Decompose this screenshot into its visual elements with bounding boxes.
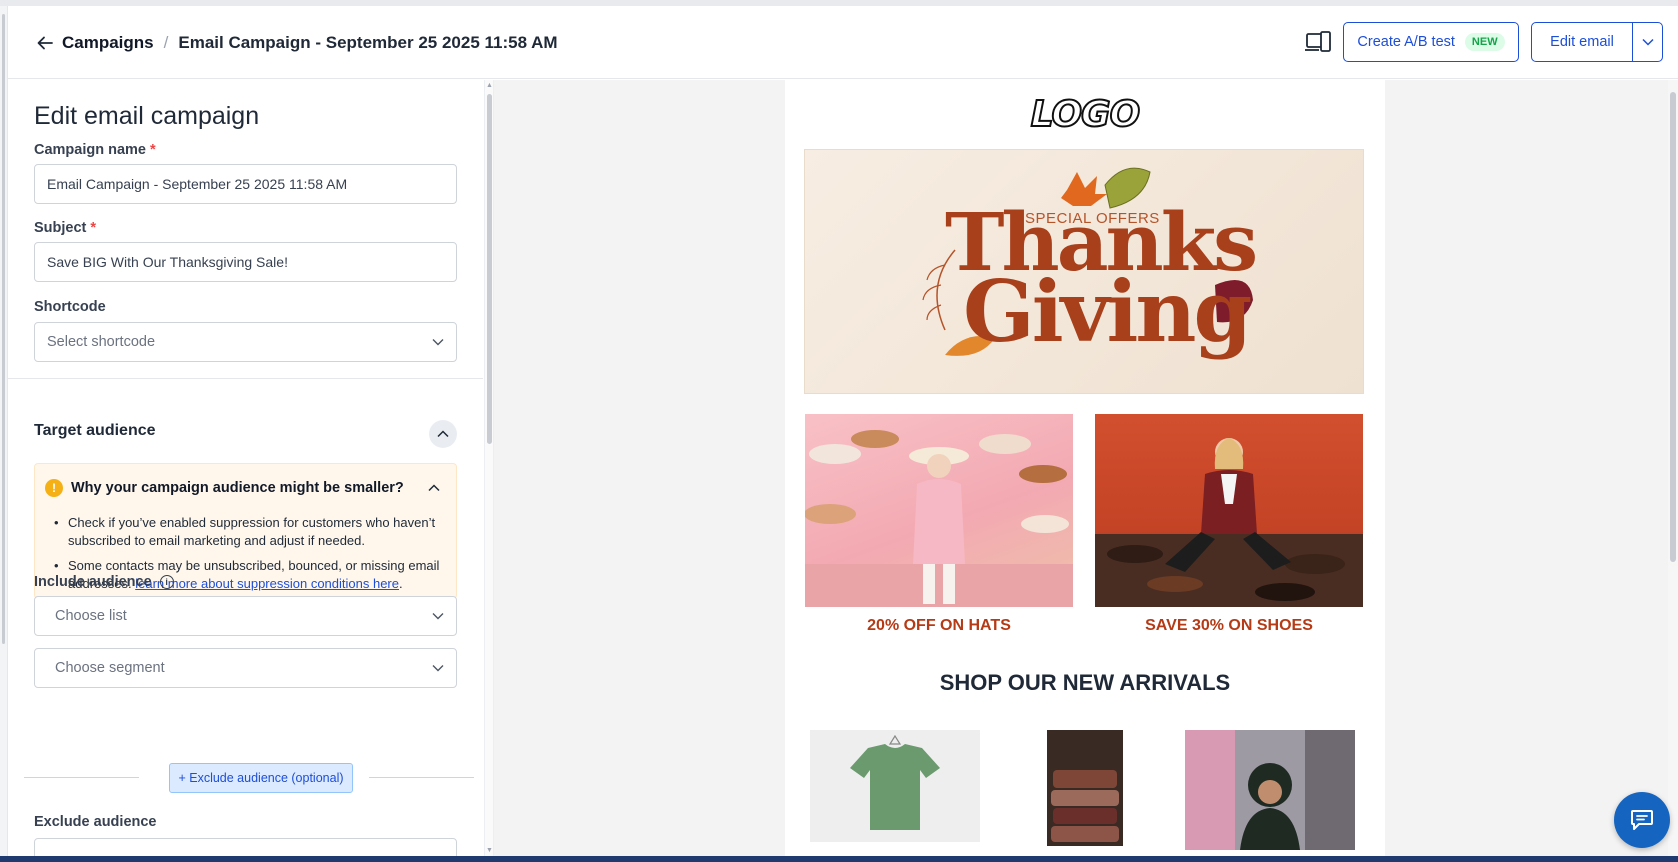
shoes-promo-caption: SAVE 30% ON SHOES [1145,617,1313,634]
device-preview-icon [1305,31,1331,52]
subject-input[interactable]: Save BIG With Our Thanksgiving Sale! [34,242,457,282]
panel-title: Edit email campaign [34,102,260,130]
shortcode-placeholder: Select shortcode [47,334,156,350]
hats-photo [805,430,1073,607]
choose-list-select[interactable]: Choose list [34,596,457,636]
choose-segment-select[interactable]: Choose segment [34,648,457,688]
campaign-name-input[interactable]: Email Campaign - September 25 2025 11:58… [34,164,457,204]
new-badge: NEW [1464,33,1505,51]
top-header: Campaigns / Email Campaign - September 2… [8,6,1678,79]
arrow-left-icon [37,36,53,50]
chevron-down-icon [1641,38,1654,46]
page-scrollbar-thumb[interactable] [2,14,5,644]
suppression-help-link[interactable]: learn more about suppression conditions … [135,576,399,591]
hats-promo-image [805,414,1073,607]
section-divider [8,378,483,379]
breadcrumb-separator: / [163,33,169,52]
back-button[interactable] [32,30,58,56]
email-preview: LOGO Thanks Giving SPECIAL OFFERS 20% OF… [785,80,1385,856]
info-icon[interactable]: i [159,575,174,590]
subject-label: Subject * [34,220,97,236]
thanksgiving-hero-banner: Thanks Giving SPECIAL OFFERS [804,149,1364,394]
tshirt-photo [850,734,940,830]
campaign-name-label: Campaign name * [34,142,156,158]
target-audience-collapse-button[interactable] [429,420,457,448]
scroll-down-arrow[interactable]: ▼ [486,847,493,854]
hats-promo-caption: 20% OFF ON HATS [867,617,1011,634]
product-hoodie-image [1185,730,1355,850]
hero-subtitle: SPECIAL OFFERS [1025,210,1160,227]
shoes-promo-image [1095,414,1363,607]
panel-scrollbar[interactable]: ▲ ▼ [484,80,494,856]
sweaters-photo [1047,730,1123,846]
divider-line [24,777,139,778]
exclude-audience-row: + Exclude audience (optional) [24,763,474,793]
new-arrivals-heading: SHOP OUR NEW ARRIVALS [939,670,1231,695]
notice-title: Why your campaign audience might be smal… [71,480,404,496]
choose-list-placeholder: Choose list [55,608,127,624]
create-ab-test-label: Create A/B test [1357,34,1455,50]
preview-scrollbar-thumb[interactable] [1670,92,1676,562]
chevron-up-icon [428,484,440,492]
shortcode-select[interactable]: Select shortcode [34,322,457,362]
target-audience-title: Target audience [34,422,156,439]
chevron-down-icon [432,613,444,620]
shoes-photo [1095,438,1363,607]
edit-email-button[interactable]: Edit email [1532,23,1632,61]
device-preview-button[interactable] [1304,30,1334,56]
scroll-up-arrow[interactable]: ▲ [486,82,493,89]
include-audience-label: Include audience i [34,574,174,590]
shortcode-label: Shortcode [34,299,106,315]
page-scrollbar[interactable] [0,6,8,856]
product-tshirt-image [810,730,980,842]
exclude-audience-button[interactable]: + Exclude audience (optional) [169,763,353,793]
breadcrumb-campaigns-link[interactable]: Campaigns [62,33,154,53]
chevron-up-icon [437,430,449,438]
notice-item: Check if you’ve enabled suppression for … [54,514,448,550]
chevron-down-icon [432,665,444,672]
campaign-settings-panel: Edit email campaign Campaign name * Email… [8,80,483,856]
product-sweaters-image [1047,730,1123,846]
breadcrumb-current: Email Campaign - September 25 2025 11:58… [178,33,558,52]
preview-scrollbar[interactable] [1668,80,1678,856]
divider-line [369,777,474,778]
create-ab-test-button[interactable]: Create A/B test NEW [1343,22,1519,62]
exclude-audience-label: Exclude audience [34,814,157,830]
chat-button[interactable] [1614,792,1670,848]
breadcrumb: Campaigns / Email Campaign - September 2… [62,33,558,53]
chat-icon [1631,810,1653,830]
hoodie-photo [1185,730,1355,850]
edit-email-dropdown-button[interactable] [1632,23,1662,61]
panel-scrollbar-thumb[interactable] [487,94,492,444]
exclude-audience-select[interactable] [34,838,457,856]
taskbar-edge [0,856,1678,862]
choose-segment-placeholder: Choose segment [55,660,165,676]
warning-icon: ! [45,479,63,497]
chevron-down-icon [432,339,444,346]
notice-collapse-button[interactable] [427,480,443,496]
email-preview-area: LOGO Thanks Giving SPECIAL OFFERS 20% OF… [494,80,1678,856]
hero-title-line-2: Giving [963,262,1252,361]
email-logo: LOGO [1030,93,1141,136]
edit-email-split-button: Edit email [1531,22,1663,62]
